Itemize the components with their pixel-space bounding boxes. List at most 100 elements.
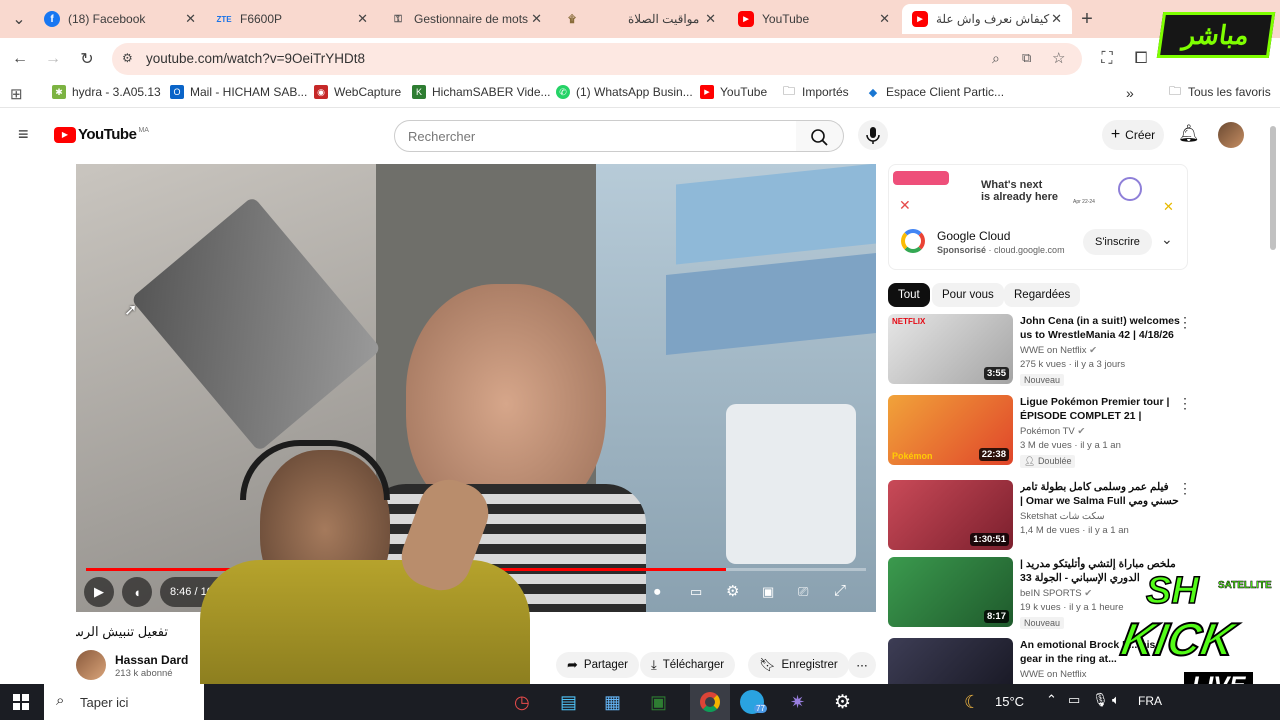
channel-name[interactable]: WWE on Netflix [1020, 345, 1087, 356]
avatar[interactable] [1218, 122, 1244, 148]
site-info-icon[interactable]: ⚙ [122, 51, 133, 65]
tab-youtube[interactable]: ▶ YouTube ✕ [728, 4, 900, 34]
install-app-icon[interactable]: ⧉ [1022, 50, 1031, 66]
download-button[interactable]: ⤓ Télécharger [640, 652, 736, 678]
create-button[interactable]: + Créer [1102, 120, 1164, 150]
recommendation-item[interactable]: 1:30:51 فيلم عمر وسلمى كامل بطولة تامر ح… [888, 480, 1192, 552]
channel-line: WWE on Netflix ✔ [1020, 345, 1097, 356]
chip-watched[interactable]: Regardées [1004, 283, 1081, 307]
address-bar[interactable]: ⚙ youtube.com/watch?v=9OeiTrYHDt8 ⌕ ⧉ ☆ [112, 43, 1082, 75]
forward-arrow-icon[interactable]: → [42, 48, 64, 70]
channel-name[interactable]: WWE on Netflix [1020, 669, 1087, 680]
volume-icon[interactable]: ◖ [122, 577, 152, 607]
more-actions-button[interactable]: ⋯ [848, 652, 876, 678]
tab-search-chevron-icon[interactable]: ⌄ [8, 8, 30, 30]
channel-avatar[interactable] [76, 650, 106, 680]
back-arrow-icon[interactable]: ← [9, 48, 31, 70]
bookmark-mail[interactable]: O Mail - HICHAM SAB... [170, 85, 307, 99]
more-vert-icon[interactable]: ⋮ [1178, 480, 1192, 497]
video-thumbnail[interactable] [888, 638, 1013, 684]
zoom-magnifier-icon[interactable]: ⌕ [992, 50, 1000, 67]
clock-app-icon[interactable]: ◷ [514, 692, 530, 713]
video-thumbnail[interactable]: NETFLIX 3:55 [888, 314, 1013, 384]
save-button[interactable]: 🔖︎ Enregistrer [748, 652, 849, 678]
youtube-logo[interactable]: ▶ YouTube MA [54, 126, 149, 143]
input-language[interactable]: FRA [1138, 694, 1162, 708]
tab-f6600p[interactable]: ZTE F6600P ✕ [206, 4, 378, 34]
office-app-icon[interactable]: ▣ [650, 692, 667, 713]
settings-gear-icon[interactable]: ⚙ [834, 691, 851, 714]
fullscreen-icon[interactable]: ⤢ [834, 582, 846, 599]
subtitles-icon[interactable]: ▭ [690, 584, 702, 600]
close-tab-icon[interactable]: ✕ [531, 11, 542, 27]
channel-name[interactable]: Pokémon TV [1020, 426, 1075, 437]
search-button[interactable] [796, 120, 844, 152]
apps-grid-icon[interactable]: ⊞ [10, 85, 23, 103]
page-scrollbar-thumb[interactable] [1270, 126, 1276, 250]
weather-temperature[interactable]: 15°C [995, 694, 1024, 709]
recommendation-item[interactable]: Pokémon 22:38 Ligue Pokémon Premier tour … [888, 395, 1192, 468]
microphone-icon[interactable]: 🎙︎ [1092, 692, 1109, 708]
ad-signup-button[interactable]: S'inscrire [1083, 229, 1152, 255]
recommendation-item[interactable]: NETFLIX 3:55 John Cena (in a suit!) welco… [888, 314, 1192, 386]
bookmark-all-favorites[interactable]: 🗀 Tous les favoris [1168, 84, 1271, 100]
video-thumbnail[interactable]: 8:17 [888, 557, 1013, 627]
tray-chevron-up-icon[interactable]: ⌃ [1046, 692, 1057, 708]
video-title[interactable]: Ligue Pokémon Premier tour | ÉPISODE COM… [1020, 395, 1180, 423]
calculator-icon[interactable]: ▦ [604, 692, 621, 713]
voice-search-button[interactable] [858, 120, 888, 150]
cast-icon[interactable]: ⎚ [798, 584, 808, 600]
tab-password-manager[interactable]: ⚿ Gestionnaire de mots ✕ [380, 4, 552, 34]
app-icon[interactable]: ✷ [790, 692, 805, 713]
tab-current-video[interactable]: ▶ كيفاش نعرف واش علة ✕ [902, 4, 1072, 34]
bookmark-whatsapp[interactable]: ✆ (1) WhatsApp Busin... [556, 85, 693, 99]
bookmark-webcapture[interactable]: ◉ WebCapture [314, 85, 401, 99]
more-bookmarks-chevron-icon[interactable]: » [1126, 85, 1134, 101]
more-vert-icon[interactable]: ⋮ [1178, 314, 1192, 331]
speaker-volume-icon[interactable]: 🔈︎ [1112, 692, 1120, 708]
chip-all[interactable]: Tout [888, 283, 930, 307]
tab-prayer-times[interactable]: ۩ مواقيت الصلاة ✕ [554, 4, 726, 34]
channel-name[interactable]: beIN SPORTS [1020, 588, 1082, 599]
video-title[interactable]: John Cena (in a suit!) welcomes us to Wr… [1020, 314, 1180, 342]
settings-gear-icon[interactable]: ⚙ [726, 582, 739, 600]
taskbar-search-box[interactable]: ⌕ Taper ici [44, 684, 204, 720]
miniplayer-icon[interactable]: ▣ [762, 584, 774, 600]
file-explorer-icon[interactable]: ▤ [560, 692, 577, 713]
chrome-taskbar-button[interactable] [690, 684, 730, 720]
new-tab-plus-icon[interactable]: + [1076, 8, 1098, 30]
chevron-down-icon[interactable]: ⌄ [1161, 231, 1173, 248]
reload-icon[interactable]: ↻ [76, 48, 98, 70]
telegram-icon[interactable]: 77 [740, 690, 767, 714]
search-input[interactable]: Rechercher [394, 120, 798, 152]
bookmark-hichamsaber[interactable]: K HichamSABER Vide... [412, 85, 551, 99]
ad-card[interactable]: What's next is already here Apr 22-24 ✕ ✕… [888, 164, 1188, 270]
bookmark-youtube[interactable]: ▶ YouTube [700, 85, 767, 99]
tab-facebook[interactable]: f (18) Facebook ✕ [34, 4, 206, 34]
close-tab-icon[interactable]: ✕ [185, 11, 196, 27]
extensions-puzzle-icon[interactable]: ⧠ [1130, 48, 1152, 70]
video-thumbnail[interactable]: Pokémon 22:38 [888, 395, 1013, 465]
more-vert-icon[interactable]: ⋮ [1178, 395, 1192, 412]
close-tab-icon[interactable]: ✕ [1051, 11, 1062, 27]
close-tab-icon[interactable]: ✕ [705, 11, 716, 27]
bookmark-star-icon[interactable]: ☆ [1052, 49, 1065, 67]
close-tab-icon[interactable]: ✕ [357, 11, 368, 27]
hamburger-menu-icon[interactable]: ≡ [18, 124, 29, 145]
bookmark-folder-imported[interactable]: 🗀 Importés [782, 84, 849, 100]
network-icon[interactable]: ▭ [1068, 692, 1080, 708]
close-tab-icon[interactable]: ✕ [879, 11, 890, 27]
bookmark-hydra[interactable]: ✱ hydra - 3.A05.13 [52, 85, 161, 99]
bookmark-espace-client[interactable]: ◆ Espace Client Partic... [866, 85, 1004, 99]
channel-name[interactable]: Hassan Dard [115, 653, 201, 667]
autoplay-toggle-icon[interactable]: ⏺ [654, 584, 661, 600]
share-button[interactable]: ➦ Partager [556, 652, 640, 678]
channel-name[interactable]: Sketshat سكت شات [1020, 511, 1105, 522]
play-button[interactable]: ▶ [84, 577, 114, 607]
cast-icon[interactable]: ⛶ [1096, 48, 1118, 70]
video-thumbnail[interactable]: 1:30:51 [888, 480, 1013, 550]
notifications-bell-icon[interactable]: 🔔︎ [1178, 124, 1200, 144]
windows-start-icon[interactable] [13, 694, 29, 710]
chip-for-you[interactable]: Pour vous [932, 283, 1004, 307]
video-title[interactable]: فيلم عمر وسلمى كامل بطولة تامر حسني ومي … [1020, 480, 1180, 508]
